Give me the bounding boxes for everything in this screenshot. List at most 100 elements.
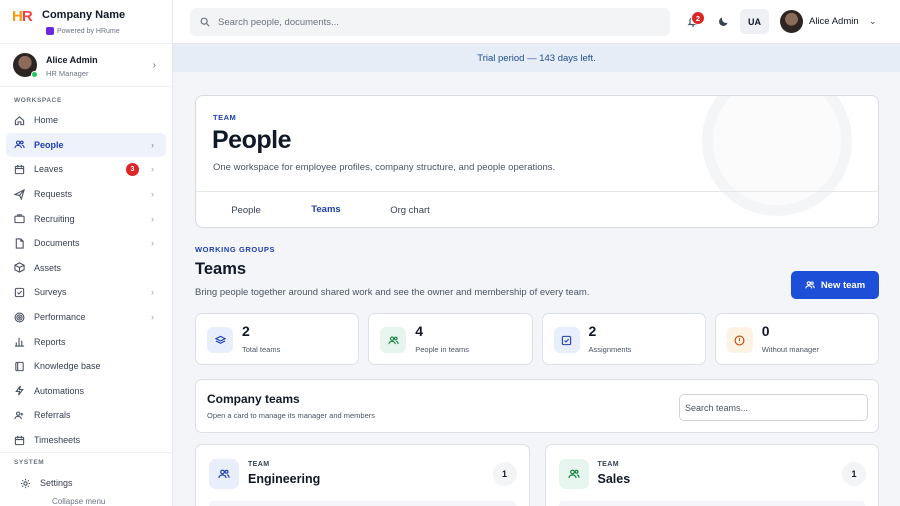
tab-teams[interactable]: Teams: [286, 192, 366, 227]
sidebar-item-label: Knowledge base: [34, 361, 101, 372]
chevron-right-icon: ›: [151, 164, 154, 175]
moon-icon[interactable]: [718, 15, 730, 27]
page-description: One workspace for employee profiles, com…: [213, 162, 556, 173]
page-eyebrow: TEAM: [213, 113, 237, 122]
sidebar-item-reports[interactable]: Reports: [0, 329, 172, 354]
calendar-icon: [14, 435, 25, 446]
stat-value: 0: [761, 323, 770, 339]
trial-banner: Trial period — 143 days left.: [173, 44, 900, 72]
sidebar-nav: Home People › Leaves 3 › Requests › Recr…: [0, 108, 172, 452]
sidebar-item-performance[interactable]: Performance ›: [0, 305, 172, 330]
page-tabs: People Teams Org chart: [196, 191, 878, 227]
page-header-card: TEAM People One workspace for employee p…: [195, 95, 879, 228]
powered-by-label: Powered by HRume: [57, 27, 120, 35]
sidebar-item-label: Surveys: [34, 287, 67, 298]
box-icon: [14, 262, 25, 274]
new-team-button[interactable]: New team: [791, 271, 879, 299]
people-icon: [380, 327, 407, 353]
section-eyebrow: WORKING GROUPS: [195, 245, 276, 254]
team-name: Engineering: [248, 472, 321, 486]
add-people-icon: [805, 281, 815, 289]
sidebar-item-label: Performance: [34, 312, 86, 323]
target-icon: [14, 312, 25, 323]
stat-label: Assignments: [588, 345, 632, 354]
sidebar-item-label: Leaves: [34, 164, 64, 175]
gear-icon: [20, 478, 31, 489]
leaves-count-badge: 3: [126, 162, 139, 176]
sidebar-item-automations[interactable]: Automations: [0, 379, 172, 404]
people-icon: [209, 459, 239, 489]
section-label-system: SYSTEM: [0, 452, 172, 472]
team-name: Sales: [597, 472, 631, 486]
calendar-icon: [14, 164, 25, 175]
new-team-label: New team: [820, 279, 866, 291]
stat-value: 4: [415, 323, 424, 339]
notification-badge: 2: [691, 11, 705, 25]
sidebar-item-label: Referrals: [34, 410, 71, 421]
topbar: 2 UA Alice Admin ⌄: [173, 0, 900, 44]
tab-org-chart[interactable]: Org chart: [366, 192, 454, 227]
collapse-menu-button[interactable]: Collapse menu: [0, 494, 172, 506]
team-cards: TEAM Engineering 1 TEAM Sales 1: [195, 444, 879, 506]
sidebar-item-surveys[interactable]: Surveys ›: [0, 280, 172, 305]
search-icon: [200, 17, 210, 27]
team-card-engineering[interactable]: TEAM Engineering 1: [195, 444, 530, 506]
global-search[interactable]: [190, 8, 670, 36]
stats-row: 2 Total teams 4 People in teams 2 Assign…: [195, 313, 879, 365]
lightning-icon: [14, 385, 25, 396]
powered-by: Powered by HRume: [46, 27, 120, 35]
avatar[interactable]: [780, 10, 803, 33]
main-content: TEAM People One workspace for employee p…: [173, 72, 900, 506]
online-status-dot: [31, 71, 38, 78]
sidebar-item-label: Automations: [34, 385, 85, 396]
sidebar-item-label: Home: [34, 115, 59, 126]
sidebar-item-people[interactable]: People ›: [6, 132, 166, 158]
section-description: Bring people together around shared work…: [195, 287, 590, 298]
stat-value: 2: [242, 323, 250, 339]
stat-label: People in teams: [415, 345, 470, 354]
stat-card-without-manager: 0 Without manager: [714, 313, 879, 365]
sidebar-item-documents[interactable]: Documents ›: [0, 231, 172, 256]
sidebar-item-settings[interactable]: Settings: [0, 472, 172, 494]
layers-icon: [207, 327, 233, 353]
sidebar-item-label: Timesheets: [34, 435, 81, 446]
home-icon: [14, 115, 25, 126]
chevron-right-icon: ›: [151, 287, 154, 298]
checkbox-icon: [553, 327, 580, 353]
stat-value: 2: [588, 323, 597, 339]
stat-card-assignments: 2 Assignments: [541, 313, 706, 365]
chevron-right-icon: ›: [151, 139, 154, 150]
brand-logo[interactable]: HR: [12, 8, 33, 25]
sidebar-item-recruiting[interactable]: Recruiting ›: [0, 206, 172, 231]
checkbox-icon: [14, 287, 25, 298]
sidebar-item-label: People: [34, 139, 64, 150]
team-member-count: 1: [492, 462, 517, 486]
chevron-right-icon: ›: [151, 312, 154, 323]
team-card-footer: [209, 501, 516, 506]
chevron-right-icon: ›: [152, 60, 156, 71]
chevron-right-icon: ›: [151, 189, 154, 200]
team-card-sales[interactable]: TEAM Sales 1: [544, 444, 879, 506]
language-switcher[interactable]: UA: [740, 9, 769, 34]
collapse-menu-label: Collapse menu: [52, 496, 106, 506]
team-search-input[interactable]: [679, 394, 868, 421]
sidebar-item-home[interactable]: Home: [0, 108, 172, 133]
people-icon: [558, 459, 589, 489]
sidebar-user-card[interactable]: Alice Admin HR Manager ›: [0, 47, 172, 87]
team-member-count: 1: [842, 462, 866, 486]
info-icon: [726, 327, 753, 353]
chevron-down-icon[interactable]: ⌄: [869, 16, 877, 27]
sidebar-item-label: Settings: [40, 478, 73, 489]
sidebar-item-requests[interactable]: Requests ›: [0, 182, 172, 207]
briefcase-icon: [14, 213, 25, 224]
sidebar-item-timesheets[interactable]: Timesheets: [0, 428, 172, 453]
sidebar-item-knowledge-base[interactable]: Knowledge base: [0, 354, 172, 379]
sidebar-item-assets[interactable]: Assets: [0, 256, 172, 281]
sidebar-item-leaves[interactable]: Leaves 3 ›: [0, 157, 172, 182]
team-eyebrow: TEAM: [248, 461, 270, 468]
tab-people[interactable]: People: [206, 192, 286, 227]
user-menu-name[interactable]: Alice Admin: [809, 16, 859, 27]
stat-label: Total teams: [242, 345, 281, 354]
search-input[interactable]: [218, 16, 638, 28]
sidebar-item-referrals[interactable]: Referrals: [0, 403, 172, 428]
